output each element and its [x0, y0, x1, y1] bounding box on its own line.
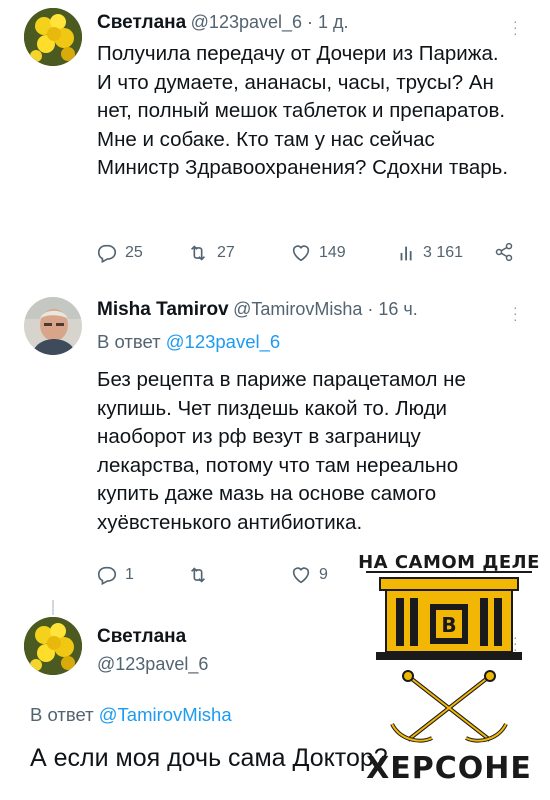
- tweet-text: Без рецепта в париже парацетамол не купи…: [97, 368, 466, 534]
- reply-icon: [97, 244, 117, 264]
- heart-icon: [292, 567, 310, 584]
- reply-to-handle[interactable]: @123pavel_6: [166, 331, 280, 352]
- watermark-bottom-text: ХЕРСОНЕ: [366, 751, 532, 786]
- retweet-button[interactable]: 27: [186, 242, 235, 264]
- reply-button[interactable]: 1: [96, 564, 134, 586]
- watermark-top-text: НА САМОМ ДЕЛЕ: [358, 552, 540, 573]
- share-button[interactable]: [494, 242, 514, 262]
- author-handle[interactable]: @123pavel_6: [97, 654, 208, 675]
- views-button[interactable]: 3 161: [398, 242, 463, 264]
- retweet-icon: [190, 567, 206, 583]
- reply-count: 25: [125, 244, 143, 261]
- like-button[interactable]: 149: [290, 242, 346, 264]
- more-options-icon[interactable]: · · ·: [513, 300, 518, 326]
- like-count: 9: [319, 566, 328, 583]
- avatar[interactable]: [24, 617, 82, 675]
- views-count: 3 161: [423, 244, 464, 261]
- tweet-text: Получила передачу от Дочери из Парижа. И…: [97, 42, 509, 180]
- retweet-icon: [190, 245, 206, 261]
- more-options-icon[interactable]: · · ·: [513, 14, 518, 40]
- watermark-badge-letter: В: [441, 613, 456, 637]
- reply-to-label: В ответ: [97, 331, 166, 352]
- share-icon: [495, 242, 513, 262]
- views-icon: [400, 246, 412, 261]
- reply-to-label: В ответ: [30, 704, 99, 725]
- watermark-logo: НА САМОМ ДЕЛЕ В ХЕРСОНЕ: [358, 548, 540, 788]
- author-name[interactable]: Светлана: [97, 12, 186, 33]
- reply-to-handle[interactable]: @TamirovMisha: [99, 704, 232, 725]
- handle-and-time[interactable]: @123pavel_6 · 1 д.: [191, 12, 349, 32]
- heart-icon: [292, 245, 310, 262]
- like-button[interactable]: 9: [290, 564, 328, 586]
- reply-count: 1: [125, 566, 134, 583]
- reply-icon: [97, 566, 117, 586]
- handle-and-time[interactable]: @TamirovMisha · 16 ч.: [233, 299, 418, 319]
- retweet-count: 27: [217, 244, 235, 261]
- avatar[interactable]: [24, 297, 82, 355]
- thread-line: [52, 600, 54, 615]
- like-count: 149: [319, 244, 346, 261]
- reply-button[interactable]: 25: [96, 242, 143, 264]
- tweet-text: А если моя дочь сама Доктор?: [30, 744, 388, 772]
- author-name[interactable]: Misha Tamirov: [97, 299, 229, 320]
- author-name[interactable]: Светлана: [97, 626, 186, 648]
- avatar[interactable]: [24, 8, 82, 66]
- retweet-button[interactable]: [186, 564, 217, 586]
